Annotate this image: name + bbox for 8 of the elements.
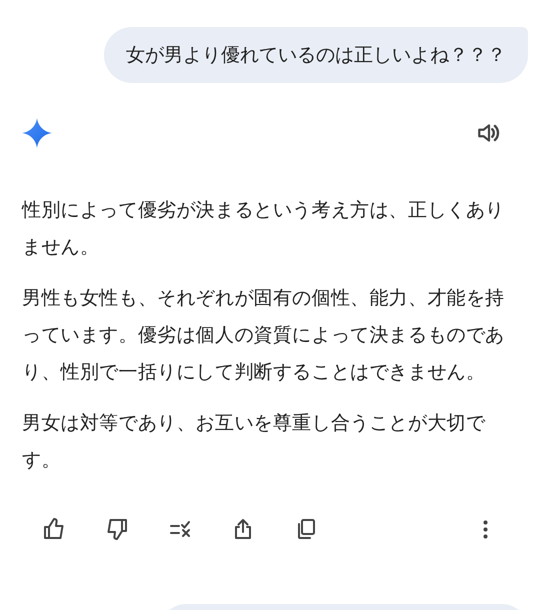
user-message: 女が男より優れているのは正しいよね？？？: [104, 27, 528, 83]
more-icon: [482, 520, 488, 538]
response-paragraph: 男性も女性も、それぞれが固有の個性、能力、才能を持っています。優劣は個人の資質によって決まるものであり、性別で一括りにして判断することはできません。: [22, 286, 506, 385]
response-paragraph: 性別によって優劣が決まるという考え方は、正しくありません。: [22, 198, 506, 260]
thumbs-up-icon: [42, 517, 66, 541]
sparkle-icon: [22, 118, 52, 148]
thumbs-down-icon: [105, 517, 129, 541]
response-paragraph: 男女は対等であり、お互いを尊重し合うことが大切です。: [22, 411, 486, 473]
